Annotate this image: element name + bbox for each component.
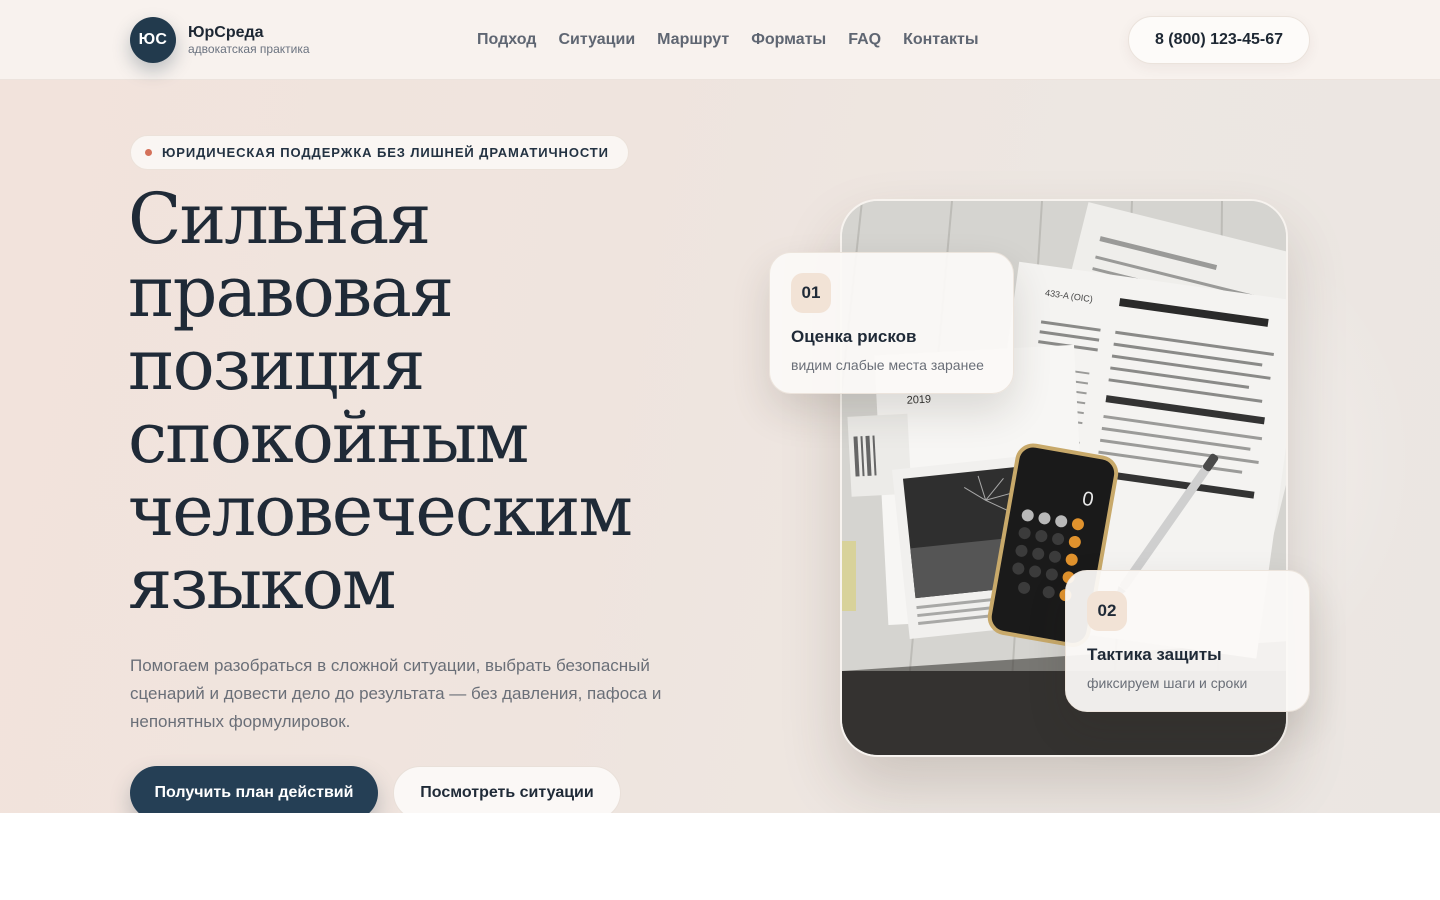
feature-card-defense: 02 Тактика защиты фиксируем шаги и сроки [1065,570,1310,712]
card-title: Тактика защиты [1087,645,1222,664]
eyebrow-text: ЮРИДИЧЕСКАЯ ПОДДЕРЖКА БЕЗ ЛИШНЕЙ ДРАМАТИ… [162,145,609,160]
eyebrow-dot-icon [145,149,152,156]
form-year-label: 2019 [906,393,931,406]
card-subtitle: видим слабые места заранее [791,357,984,373]
hero-title-line: Сильная [128,178,431,260]
nav-link-formats[interactable]: Форматы [751,30,826,50]
nav-link-contacts[interactable]: Контакты [903,30,978,50]
eyebrow-badge: ЮРИДИЧЕСКАЯ ПОДДЕРЖКА БЕЗ ЛИШНЕЙ ДРАМАТИ… [130,135,629,170]
card-number-badge: 01 [791,273,831,313]
logo-text: ЮрСреда адвокатская практика [188,24,310,56]
hero-title-line: спокойным [128,397,529,479]
hero-title-line: языком [128,543,396,625]
hero-title-line: человеческим [128,470,633,552]
nav-link-route[interactable]: Маршрут [657,30,729,50]
card-subtitle: фиксируем шаги и сроки [1087,675,1248,691]
logo-mark: ЮС [130,17,176,63]
brand-subtitle: адвокатская практика [188,42,310,56]
get-plan-button[interactable]: Получить план действий [130,766,378,813]
nav-link-situations[interactable]: Ситуации [558,30,635,50]
hero-title-line: правовая [128,251,454,333]
card-title: Оценка рисков [791,327,917,346]
hero-title: Сильная правовая позиция спокойным челов… [128,183,748,621]
brand-name: ЮрСреда [188,24,264,41]
card-number-badge: 02 [1087,591,1127,631]
nav-link-approach[interactable]: Подход [477,30,536,50]
nav-link-faq[interactable]: FAQ [848,30,881,50]
hero-section: ЮРИДИЧЕСКАЯ ПОДДЕРЖКА БЕЗ ЛИШНЕЙ ДРАМАТИ… [0,80,1440,813]
site-header: ЮС ЮрСреда адвокатская практика Подход С… [0,0,1440,80]
feature-card-risk: 01 Оценка рисков видим слабые места зара… [769,252,1014,394]
hero-description: Помогаем разобраться в сложной ситуации,… [130,656,662,731]
phone-button[interactable]: 8 (800) 123-45-67 [1128,16,1310,64]
hero-title-line: позиция [128,324,425,406]
logo[interactable]: ЮС ЮрСреда адвокатская практика [130,17,310,63]
view-situations-button[interactable]: Посмотреть ситуации [393,766,621,813]
main-nav: Подход Ситуации Маршрут Форматы FAQ Конт… [477,30,979,50]
